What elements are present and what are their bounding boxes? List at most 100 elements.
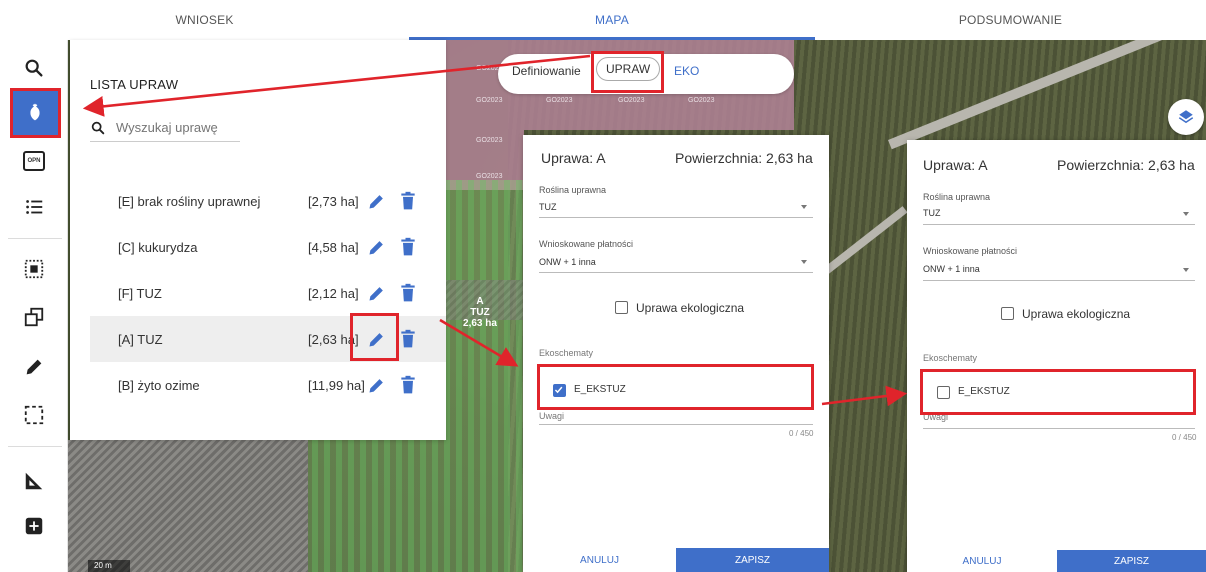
field-underline	[923, 280, 1195, 281]
map-go-tag: GO2023	[618, 97, 645, 104]
chevron-down-icon[interactable]	[801, 260, 807, 264]
draw-tool-button[interactable]	[17, 350, 51, 384]
pencil-icon[interactable]	[367, 237, 387, 257]
search-tool-button[interactable]	[17, 51, 51, 85]
toolbar-divider	[8, 446, 62, 447]
chevron-down-icon[interactable]	[1183, 268, 1189, 272]
crop-edit-form-checked: Uprawa: A Powierzchnia: 2,63 ha Roślina …	[523, 135, 829, 572]
map-scale-bar: 20 m	[88, 560, 130, 572]
pencil-icon[interactable]	[367, 283, 387, 303]
crop-name: [B] żyto ozime	[118, 377, 200, 393]
top-tab-bar: WNIOSEK MAPA PODSUMOWANIE	[0, 0, 1206, 40]
pencil-icon[interactable]	[367, 191, 387, 211]
chevron-down-icon[interactable]	[801, 205, 807, 209]
selection-tool-button[interactable]	[17, 398, 51, 432]
tab-wniosek[interactable]: WNIOSEK	[0, 0, 409, 40]
save-button[interactable]: ZAPISZ	[1057, 550, 1206, 572]
search-icon	[25, 59, 43, 77]
toggle-eko[interactable]: EKO	[674, 64, 699, 78]
map-field-crop: TUZ	[470, 307, 490, 318]
eco-checkbox[interactable]	[1001, 307, 1014, 320]
save-button[interactable]: ZAPISZ	[676, 548, 829, 572]
crop-name: [F] TUZ	[118, 285, 162, 301]
ecoscheme-highlight-box	[537, 364, 814, 410]
crop-name: [C] kukurydza	[118, 239, 198, 255]
map-go-tag: GO2023	[688, 97, 715, 104]
map-field-area: 2,63 ha	[463, 318, 497, 329]
crop-area: [11,99 ha]	[308, 377, 365, 393]
tab-podsumowanie[interactable]: PODSUMOWANIE	[815, 0, 1206, 40]
cancel-button[interactable]: ANULUJ	[523, 548, 676, 572]
field-underline	[923, 224, 1195, 225]
layers-icon	[1178, 110, 1194, 124]
crop-area: [4,58 ha]	[308, 239, 359, 255]
form-area: Powierzchnia: 2,63 ha	[1057, 157, 1195, 173]
opn-icon: OPN	[23, 151, 45, 171]
toolbar-highlight-box	[10, 88, 61, 138]
notes-field[interactable]	[923, 428, 1195, 429]
cancel-button[interactable]: ANULUJ	[907, 550, 1057, 572]
trash-icon[interactable]	[400, 283, 416, 303]
form-area: Powierzchnia: 2,63 ha	[675, 150, 813, 166]
ecoschemes-label: Ekoschematy	[539, 348, 594, 358]
crop-select-label: Roślina uprawna	[923, 192, 991, 202]
payments-select[interactable]: ONW + 1 inna	[539, 257, 596, 267]
eco-checkbox[interactable]	[615, 301, 628, 314]
crop-list-row[interactable]: [E] brak rośliny uprawnej [2,73 ha]	[90, 178, 446, 224]
toggle-highlight-box	[591, 51, 664, 93]
crop-area: [2,73 ha]	[308, 193, 359, 209]
payments-select-label: Wnioskowane płatności	[539, 239, 634, 249]
trash-icon[interactable]	[400, 237, 416, 257]
search-icon	[91, 121, 105, 134]
eco-checkbox-label: Uprawa ekologiczna	[636, 301, 745, 315]
toggle-definiowanie[interactable]: Definiowanie	[512, 64, 581, 78]
ecoschemes-label: Ekoschematy	[923, 353, 978, 363]
map-go-tag: GO2023	[476, 173, 503, 180]
tab-active-indicator	[409, 37, 815, 40]
select-area-tool-button[interactable]	[17, 252, 51, 286]
add-icon	[25, 517, 43, 535]
crop-list-row[interactable]: [B] żyto ozime [11,99 ha]	[90, 362, 446, 408]
map-zone-gray	[68, 440, 308, 572]
crop-list-title: LISTA UPRAW	[90, 77, 179, 92]
notes-field[interactable]	[539, 424, 813, 425]
eco-checkbox-label: Uprawa ekologiczna	[1022, 307, 1131, 321]
field-underline	[539, 272, 813, 273]
char-counter: 0 / 450	[789, 429, 814, 438]
chevron-down-icon[interactable]	[1183, 212, 1189, 216]
field-underline	[539, 217, 813, 218]
crop-search	[90, 114, 240, 142]
trash-icon[interactable]	[400, 329, 416, 349]
trash-icon[interactable]	[400, 191, 416, 211]
crop-list-panel: LISTA UPRAW [E] brak rośliny uprawnej [2…	[70, 40, 446, 440]
pencil-icon[interactable]	[367, 375, 387, 395]
map-field-label: A TUZ 2,63 ha	[460, 296, 500, 329]
crop-area: [2,12 ha]	[308, 285, 359, 301]
form-title: Uprawa: A	[923, 157, 988, 173]
copy-icon	[24, 307, 44, 327]
opn-tool-button[interactable]: OPN	[17, 144, 51, 178]
list-tool-button[interactable]	[17, 190, 51, 224]
measure-tool-button[interactable]	[17, 464, 51, 498]
trash-icon[interactable]	[400, 375, 416, 395]
char-counter: 0 / 450	[1172, 433, 1197, 442]
copy-tool-button[interactable]	[17, 300, 51, 334]
list-icon	[26, 200, 43, 214]
edit-highlight-box	[350, 313, 399, 361]
layers-button[interactable]	[1168, 99, 1204, 135]
measure-icon	[25, 472, 43, 490]
map-go-tag: GO2023	[476, 137, 503, 144]
crop-select[interactable]: TUZ	[539, 202, 557, 212]
add-tool-button[interactable]	[17, 509, 51, 543]
map-go-tag: GO2023	[476, 97, 503, 104]
tab-mapa[interactable]: MAPA	[409, 0, 815, 40]
form-title: Uprawa: A	[541, 150, 606, 166]
notes-label: Uwagi	[539, 411, 565, 421]
crop-select[interactable]: TUZ	[923, 208, 941, 218]
selection-icon	[24, 405, 44, 425]
crop-list-row[interactable]: [F] TUZ [2,12 ha]	[90, 270, 446, 316]
crop-search-input[interactable]	[116, 120, 236, 135]
payments-select[interactable]: ONW + 1 inna	[923, 264, 980, 274]
toolbar-divider	[8, 238, 62, 239]
crop-list-row[interactable]: [C] kukurydza [4,58 ha]	[90, 224, 446, 270]
